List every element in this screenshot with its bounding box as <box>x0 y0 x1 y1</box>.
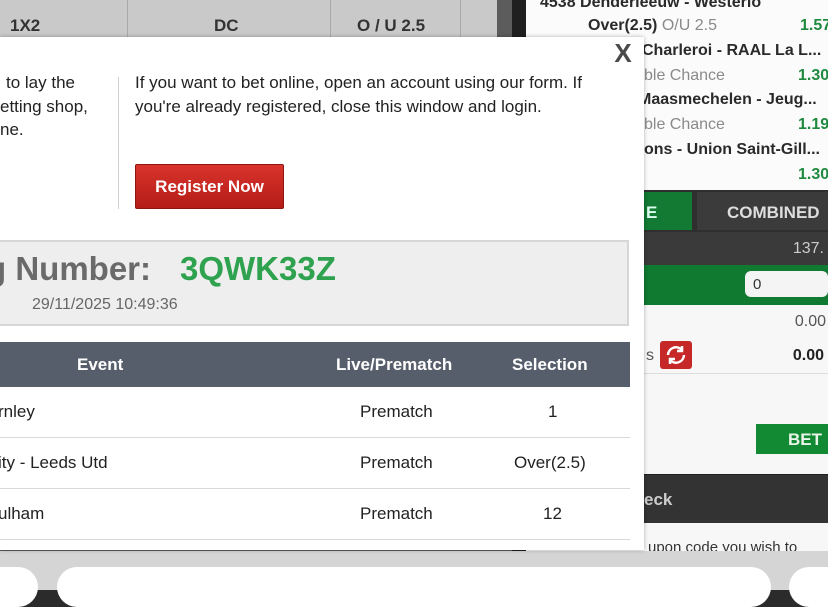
row-event: ity - Leeds Utd <box>0 453 108 472</box>
info-line: you're already registered, close this wi… <box>135 96 542 116</box>
row-selection: Over(2.5) <box>514 453 586 472</box>
selection-odd: 1.30 <box>798 67 828 84</box>
refresh-icon[interactable] <box>660 341 692 369</box>
online-info-text: If you want to bet online, open an accou… <box>135 71 635 118</box>
booking-number-box: g Number: 3QWK33Z 29/11/2025 10:49:36 <box>0 240 629 326</box>
booking-code: 3QWK33Z <box>180 250 336 287</box>
selection-event: Maasmechelen - Jeug... <box>638 91 817 108</box>
total-odds-value: 137. <box>792 240 824 257</box>
selection-odd: 1.57 <box>800 17 828 34</box>
header-divider <box>127 0 128 40</box>
stake-input[interactable]: 0 <box>745 271 828 297</box>
booking-date: 29/11/2025 10:49:36 <box>32 296 178 313</box>
address-bar[interactable] <box>57 567 771 607</box>
selection-market: Over(2.5) O/U 2.5 1.57 <box>588 17 828 35</box>
row-event: rnley <box>0 402 35 421</box>
header-1x2[interactable]: 1X2 <box>10 16 40 36</box>
bottom-pill <box>0 567 38 607</box>
info-line: etting shop, <box>0 96 88 116</box>
info-line: ne. <box>0 120 24 139</box>
table-header: Event Live/Prematch Selection <box>0 342 630 387</box>
selection-event: ons - Union Saint-Gill... <box>644 141 820 158</box>
selection-odd: 1.19 <box>798 116 828 133</box>
market-header-bar: 1X2 DC O / U 2.5 <box>0 0 497 40</box>
selection-market: ble Chance 1.30 <box>644 67 828 84</box>
close-icon[interactable]: X <box>612 40 634 66</box>
row-type: Prematch <box>360 453 433 472</box>
booking-number-label: g Number: <box>0 250 151 287</box>
row-event: ulham <box>0 504 45 523</box>
tab-combined[interactable]: COMBINED <box>697 192 828 230</box>
table-row: rnley Prematch 1 <box>0 387 630 438</box>
selections-table: Event Live/Prematch Selection rnley Prem… <box>0 342 630 540</box>
row-type: Prematch <box>360 402 433 421</box>
header-divider <box>330 0 331 40</box>
header-ou[interactable]: O / U 2.5 <box>357 16 425 36</box>
header-divider <box>460 0 461 40</box>
row-type: Prematch <box>360 504 433 523</box>
col-live-prematch: Live/Prematch <box>336 355 453 374</box>
booking-modal: X to lay the etting shop, ne. If you wan… <box>0 37 644 550</box>
selection-market: ble Chance 1.19 <box>644 116 828 133</box>
register-now-button[interactable]: Register Now <box>135 164 284 209</box>
offline-info-text: to lay the etting shop, ne. <box>0 71 112 142</box>
selection-event: Charleroi - RAAL La L... <box>642 42 822 59</box>
header-dc[interactable]: DC <box>214 16 239 36</box>
col-event: Event <box>77 355 124 374</box>
info-line: to lay the <box>6 73 75 92</box>
info-line: If you want to bet online, open an accou… <box>135 73 582 92</box>
selection-event: 4538 Denderleeuw - Westerlo <box>540 0 762 11</box>
bet-button[interactable]: BET <box>756 424 828 454</box>
row-selection: 1 <box>548 402 558 421</box>
info-divider <box>118 77 119 209</box>
table-row: ulham Prematch 12 <box>0 489 630 540</box>
bottom-pill <box>789 567 828 607</box>
selection-odd: 1.30 <box>798 166 828 183</box>
table-row: ity - Leeds Utd Prematch Over(2.5) <box>0 438 630 489</box>
row-selection: 12 <box>543 504 562 523</box>
col-selection: Selection <box>512 355 588 374</box>
